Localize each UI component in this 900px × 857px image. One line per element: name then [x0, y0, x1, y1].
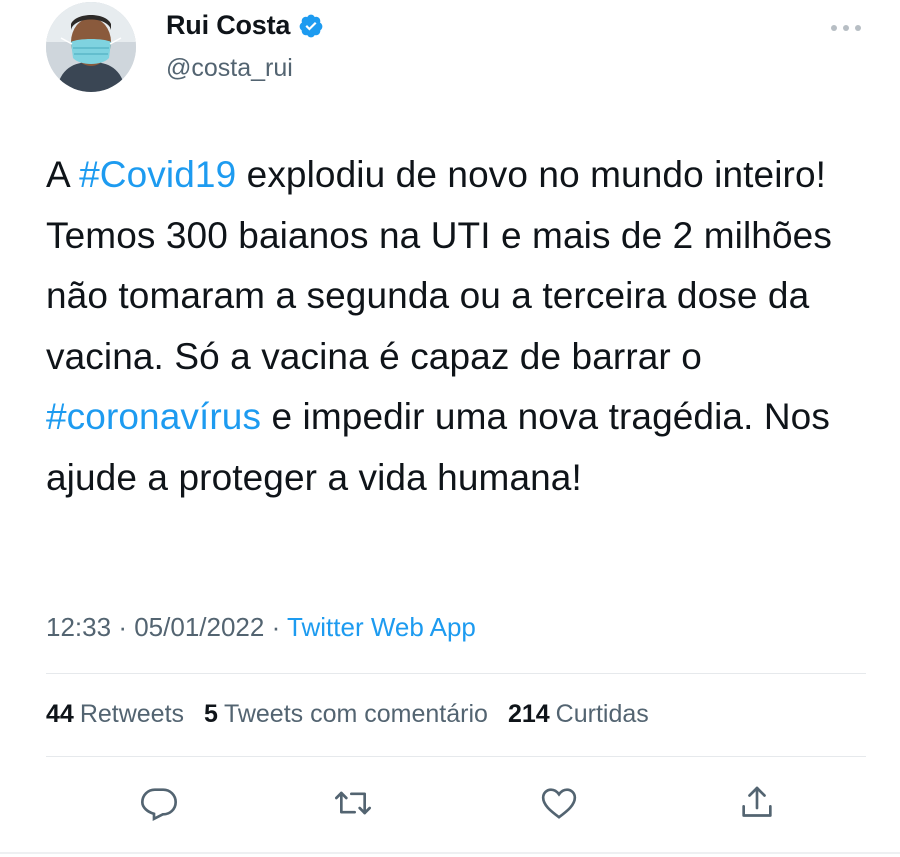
tweet-meta: 12:33 · 05/01/2022 · Twitter Web App: [46, 612, 476, 643]
reply-button[interactable]: [134, 780, 184, 830]
quotes-stat[interactable]: 5 Tweets com comentário: [204, 700, 488, 729]
meta-separator: ·: [271, 612, 281, 642]
engagement-stats: 44 Retweets 5 Tweets com comentário 214 Cur…: [46, 700, 649, 729]
retweets-stat[interactable]: 44 Retweets: [46, 700, 184, 729]
name-row: Rui Costa: [166, 10, 324, 41]
reply-icon: [139, 783, 179, 828]
share-icon: [737, 783, 777, 828]
like-button[interactable]: [534, 780, 584, 830]
divider: [46, 756, 866, 757]
likes-label: Curtidas: [555, 700, 649, 728]
divider: [46, 673, 866, 674]
retweets-label: Retweets: [79, 700, 185, 728]
avatar[interactable]: [46, 2, 136, 92]
quotes-label: Tweets com comentário: [223, 700, 488, 728]
tweet-text: A #Covid19 explodiu de novo no mundo int…: [46, 145, 876, 508]
tweet-header: Rui Costa @costa_rui: [46, 0, 866, 110]
likes-stat[interactable]: 214 Curtidas: [508, 700, 649, 729]
verified-badge-icon: [298, 13, 324, 39]
action-bar: [46, 780, 866, 830]
tweet-source-link[interactable]: Twitter Web App: [287, 612, 476, 642]
share-button[interactable]: [732, 780, 782, 830]
retweets-count: 44: [46, 700, 74, 728]
meta-separator: ·: [118, 612, 127, 642]
display-name[interactable]: Rui Costa: [166, 10, 290, 41]
tweet-date[interactable]: 05/01/2022: [134, 612, 264, 642]
hashtag-link[interactable]: #coronavírus: [46, 396, 261, 437]
tweet-time[interactable]: 12:33: [46, 612, 111, 642]
likes-count: 214: [507, 700, 550, 728]
like-icon: [539, 783, 579, 828]
user-handle[interactable]: @costa_rui: [166, 54, 293, 83]
tweet-text-segment: A: [46, 154, 80, 195]
quotes-count: 5: [204, 700, 218, 728]
more-options-icon[interactable]: [826, 18, 866, 38]
retweet-button[interactable]: [328, 780, 378, 830]
bottom-border: [0, 852, 900, 854]
hashtag-link[interactable]: #Covid19: [79, 154, 236, 195]
tweet-card: Rui Costa @costa_rui A #Covid19 explodiu…: [0, 0, 900, 857]
retweet-icon: [333, 783, 373, 828]
